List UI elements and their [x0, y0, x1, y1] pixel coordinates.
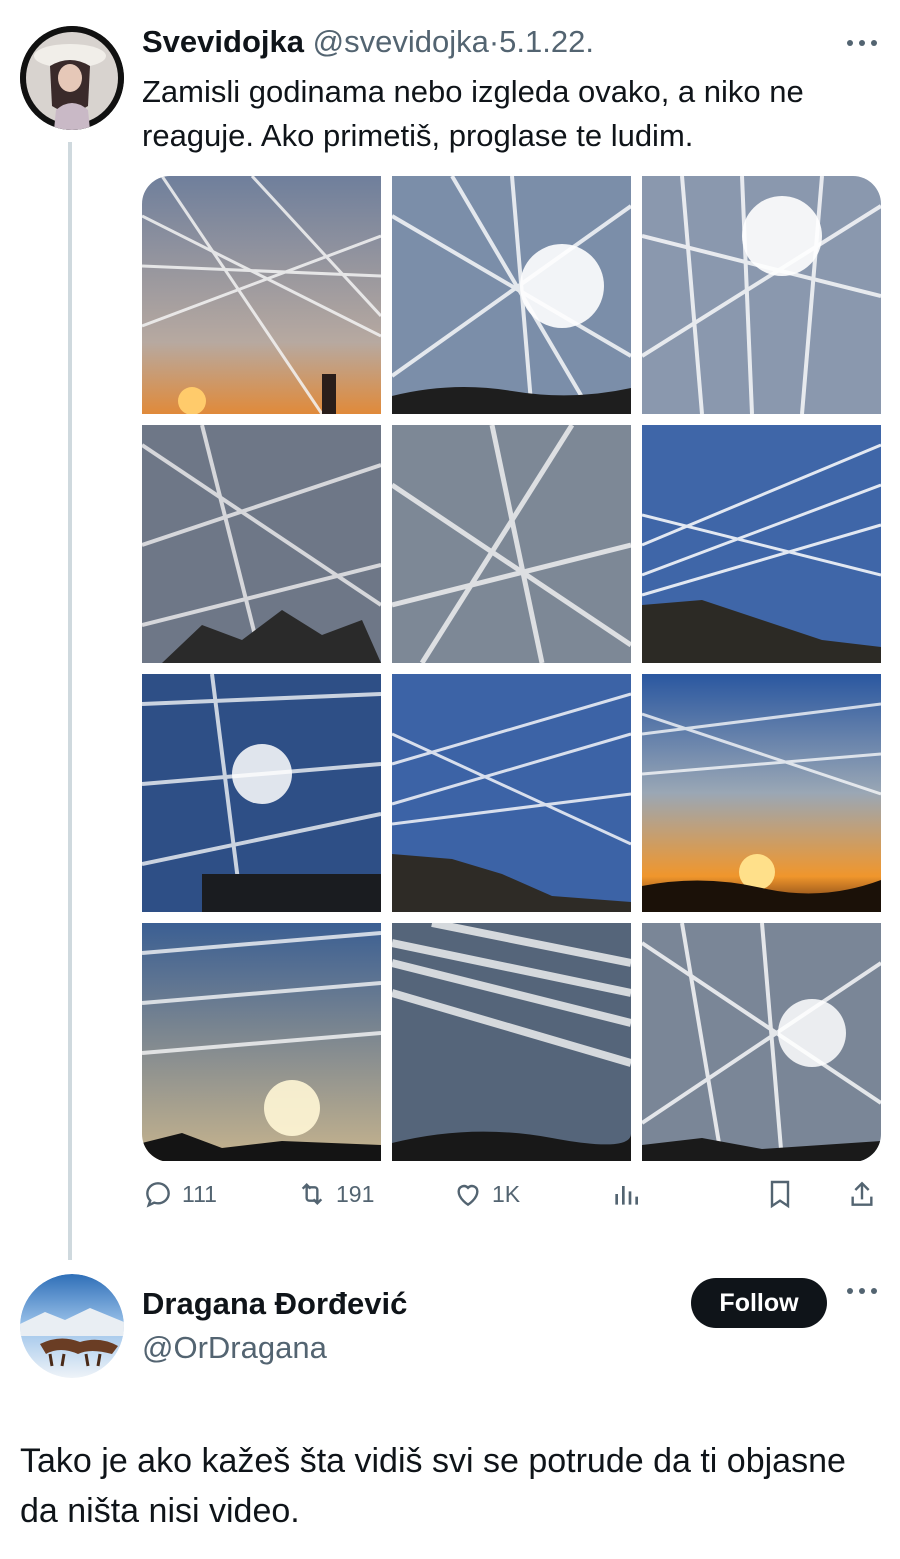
media-tile-sun-building[interactable]: [142, 674, 381, 912]
tweet-text: Zamisli godinama nebo izgleda ovako, a n…: [142, 74, 804, 153]
reply-count: 111: [182, 1180, 217, 1207]
media-tile-sun-crosshatch[interactable]: [642, 923, 881, 1161]
like-action[interactable]: 1K: [452, 1178, 520, 1210]
retweet-count: 191: [336, 1180, 375, 1207]
reply-author-avatar[interactable]: [20, 1274, 124, 1378]
media-tile-orange-sunset[interactable]: [642, 674, 881, 912]
bookmark-icon: [770, 1180, 790, 1209]
like-count: 1K: [492, 1180, 521, 1207]
media-tile-blue-hill[interactable]: [642, 425, 881, 663]
reply-text: Tako je ako kažeš šta vidiš svi se potru…: [20, 1442, 846, 1530]
media-tile-bright-sun-trees[interactable]: [392, 176, 631, 414]
author-handle[interactable]: @svevidojka: [313, 24, 489, 59]
reply-author-name[interactable]: Dragana Đorđević: [142, 1284, 407, 1324]
media-tile-parallel-bands[interactable]: [392, 923, 631, 1161]
reply-more-icon[interactable]: [846, 1284, 878, 1303]
media-grid[interactable]: [142, 176, 881, 1162]
tweet-header: Svevidojka @svevidojka·5.1.22.: [142, 22, 594, 62]
heart-icon: [457, 1184, 479, 1207]
reply-author-handle[interactable]: @OrDragana: [142, 1328, 327, 1368]
tweet-date[interactable]: 5.1.22.: [499, 24, 594, 59]
tweet-actions: 111 191 1K: [142, 1178, 882, 1222]
more-icon[interactable]: [846, 26, 878, 57]
header-separator: ·: [488, 24, 500, 59]
media-tile-sunset-chimney[interactable]: [142, 176, 381, 414]
media-tile-sun-streaks[interactable]: [642, 176, 881, 414]
author-name[interactable]: Svevidojka: [142, 24, 304, 59]
retweet-action[interactable]: 191: [296, 1178, 374, 1210]
media-tile-grey-crossing-trails[interactable]: [392, 425, 631, 663]
reply-action[interactable]: 111: [142, 1178, 217, 1210]
author-avatar[interactable]: [20, 26, 124, 130]
thread-line: [68, 142, 72, 1260]
share-icon: [851, 1181, 873, 1206]
reply-icon: [146, 1182, 170, 1208]
views-action[interactable]: [610, 1178, 650, 1210]
retweet-icon: [301, 1182, 323, 1206]
bookmark-action[interactable]: [764, 1178, 804, 1210]
media-tile-blue-mountain[interactable]: [392, 674, 631, 912]
share-action[interactable]: [846, 1178, 886, 1210]
media-tile-blue-low-sun[interactable]: [142, 923, 381, 1161]
media-tile-grey-bare-tree[interactable]: [142, 425, 381, 663]
views-chart-icon: [615, 1186, 638, 1205]
follow-button[interactable]: Follow: [691, 1278, 827, 1328]
